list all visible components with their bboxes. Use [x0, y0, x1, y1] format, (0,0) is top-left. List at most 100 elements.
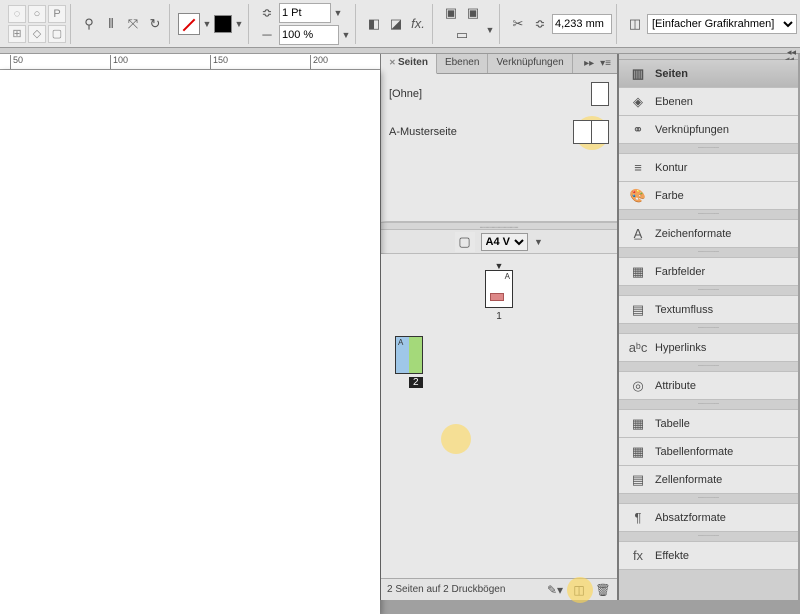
panel-item-pages[interactable]: ▥Seiten	[619, 60, 798, 88]
panel-item-table-styles[interactable]: ▦ Tabellenformate	[619, 438, 798, 466]
ruler-tick: 150	[210, 55, 228, 69]
panel-group-divider: ┈┈┈┈┈	[619, 324, 798, 334]
pages-thumbs-area: ▼ A 1 A 2	[381, 254, 617, 578]
panel-item-attributes[interactable]: ◎Attribute	[619, 372, 798, 400]
zoom-input[interactable]	[279, 25, 339, 45]
page-format-select[interactable]: A4 V	[481, 233, 528, 251]
panel-item-swatches[interactable]: ▦ Farbfelder	[619, 258, 798, 286]
panel-group-divider: ┈┈┈┈┈	[619, 362, 798, 372]
fill-none-swatch[interactable]	[178, 13, 200, 35]
panel-item-stroke[interactable]: ≡Kontur	[619, 154, 798, 182]
frame-type-select[interactable]: [Einfacher Grafikrahmen]	[647, 14, 797, 34]
wrap-left-icon[interactable]: ▣	[441, 3, 461, 23]
delete-page-icon[interactable]: 🗑	[595, 582, 611, 598]
ruler-tick: 100	[110, 55, 128, 69]
panel-item-label: Zeichenformate	[655, 228, 731, 240]
pages-panel-footer: 2 Seiten auf 2 Druckbögen ✎▾ ◫ 🗑	[381, 578, 617, 600]
shadow-icon[interactable]: ◪	[386, 14, 406, 34]
char-styles-icon: A̲	[629, 226, 647, 242]
circle-icon[interactable]: ○	[28, 5, 46, 23]
distribute-icon[interactable]: ⫴	[101, 14, 121, 34]
square-icon[interactable]: ▢	[48, 25, 66, 43]
fill-dropdown-caret[interactable]: ▼	[202, 19, 212, 29]
horizontal-ruler: 50 100 150 200	[0, 54, 380, 70]
footer-status-text: 2 Seiten auf 2 Druckbögen	[387, 584, 505, 595]
panel-item-label: Farbe	[655, 190, 684, 202]
hyperlinks-icon: aᵇc	[629, 340, 647, 356]
panel-item-text-wrap[interactable]: ▤Textumfluss	[619, 296, 798, 324]
panel-item-label: Hyperlinks	[655, 342, 706, 354]
collapse-arrow-icon[interactable]: ◂◂	[787, 47, 796, 58]
line-style-icon[interactable]: ─	[257, 25, 277, 45]
stroke-swatch[interactable]	[214, 15, 232, 33]
page-2-number: 2	[409, 377, 423, 388]
panel-item-label: Absatzformate	[655, 512, 726, 524]
panel-item-layers[interactable]: ◈Ebenen	[619, 88, 798, 116]
grid-icon[interactable]: ⊞	[8, 25, 26, 43]
panel-item-label: Farbfelder	[655, 266, 705, 278]
master-a-label[interactable]: A-Musterseite	[389, 126, 457, 138]
panel-group-divider: ┈┈┈┈┈	[619, 532, 798, 542]
panel-item-cell-styles[interactable]: ▤Zellenformate	[619, 466, 798, 494]
stroke-icon: ≡	[629, 160, 647, 176]
crop-icon[interactable]: ✂	[508, 14, 528, 34]
canvas-area: 50 100 150 200	[0, 54, 380, 600]
measure-input[interactable]	[552, 14, 612, 34]
wrap-right-icon[interactable]: ▣	[463, 3, 483, 23]
swatches-icon: ▦	[629, 264, 647, 280]
master-a-thumb[interactable]	[573, 120, 609, 144]
stroke-dropdown-caret[interactable]: ▼	[234, 19, 244, 29]
panel-item-label: Effekte	[655, 550, 689, 562]
fx-icon[interactable]: fx.	[408, 14, 428, 34]
panel-group-divider: ┈┈┈┈┈	[619, 494, 798, 504]
panel-item-label: Attribute	[655, 380, 696, 392]
panel-group-divider: ┈┈┈┈┈	[619, 286, 798, 296]
panel-item-label: Zellenformate	[655, 474, 722, 486]
links-icon: ⚭	[629, 122, 647, 138]
panel-item-hyperlinks[interactable]: aᵇc Hyperlinks	[619, 334, 798, 362]
new-page-icon[interactable]: ◫	[571, 582, 587, 598]
stepper2-icon[interactable]: ≎	[530, 14, 550, 34]
document-page[interactable]	[0, 70, 380, 614]
panel-item-effects[interactable]: fxEffekte	[619, 542, 798, 570]
panel-menu-icon[interactable]: ▾≡	[600, 58, 611, 69]
panel-group-divider: ┈┈┈┈┈	[619, 400, 798, 410]
stepper-icon[interactable]: ≎	[257, 3, 277, 23]
panel-group-divider: ┈┈┈┈┈	[619, 144, 798, 154]
expand-icon[interactable]: ▸▸	[584, 58, 594, 69]
panel-item-links[interactable]: ⚭ Verknüpfungen	[619, 116, 798, 144]
page-format-bar: ▢ A4 V ▼	[381, 230, 617, 254]
para-styles-icon: ¶	[629, 510, 647, 526]
stroke-weight-input[interactable]	[279, 3, 331, 23]
master-none-thumb[interactable]	[591, 82, 609, 106]
master-none-label[interactable]: [Ohne]	[389, 88, 422, 100]
anchor-icon[interactable]: ⚲	[79, 14, 99, 34]
align-rect-icon[interactable]: ▭	[441, 25, 483, 45]
ruler-tick: 200	[310, 55, 328, 69]
panel-item-label: Tabellenformate	[655, 446, 733, 458]
panel-item-char-styles[interactable]: A̲ Zeichenformate	[619, 220, 798, 248]
transform-icon[interactable]: ⤧	[123, 14, 143, 34]
page-2-thumb[interactable]: A	[395, 336, 423, 374]
table-styles-icon: ▦	[629, 444, 647, 460]
panel-tabs: Seiten Ebenen Verknüpfungen ▸▸ ▾≡	[381, 54, 617, 74]
panel-item-table[interactable]: ▦Tabelle	[619, 410, 798, 438]
table-icon: ▦	[629, 416, 647, 432]
split-grip[interactable]: ┈┈┈┈┈┈┈┈	[381, 222, 617, 230]
tab-pages[interactable]: Seiten	[381, 54, 437, 74]
p-type-icon[interactable]: P	[48, 5, 66, 23]
frame-type-icon[interactable]: ◫	[625, 14, 645, 34]
tab-layers[interactable]: Ebenen	[437, 54, 488, 73]
gradient-icon[interactable]: ◧	[364, 14, 384, 34]
tab-links[interactable]: Verknüpfungen	[488, 54, 572, 73]
diamond-icon[interactable]: ◇	[28, 25, 46, 43]
panel-item-para-styles[interactable]: ¶ Absatzformate	[619, 504, 798, 532]
ellipse-dotted-icon[interactable]: ◌	[8, 5, 26, 23]
panel-item-label: Verknüpfungen	[655, 124, 729, 136]
page-format-icon[interactable]: ▢	[455, 232, 475, 252]
page-1-thumb[interactable]: A	[485, 270, 513, 308]
edit-page-icon[interactable]: ✎▾	[547, 582, 563, 598]
masters-section: [Ohne] A-Musterseite	[381, 74, 617, 222]
rotate-icon[interactable]: ↻	[145, 14, 165, 34]
panel-item-color[interactable]: 🎨Farbe	[619, 182, 798, 210]
